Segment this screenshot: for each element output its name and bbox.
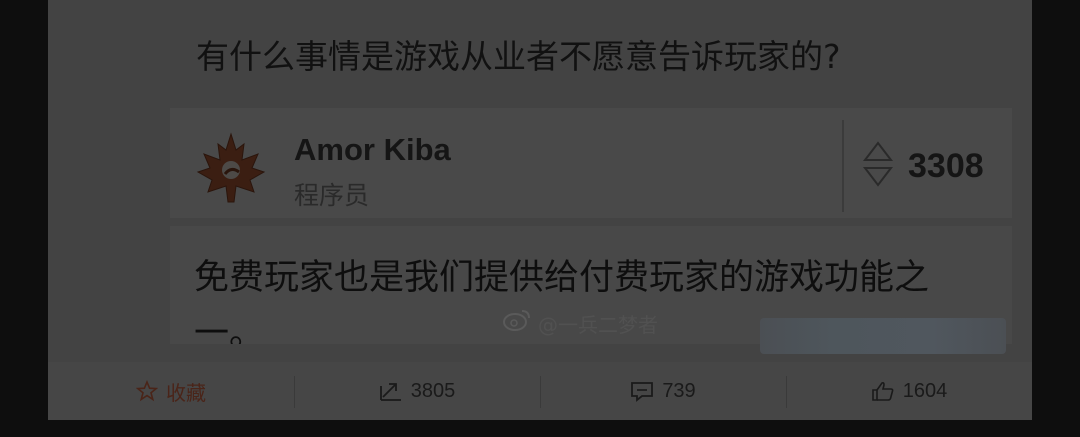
comment-count: 739 [662,379,696,402]
star-icon [136,380,158,402]
weibo-logo-icon [502,308,532,338]
vote-count: 3308 [908,146,984,185]
thumbs-up-icon [871,380,895,402]
collect-button[interactable]: 收藏 [48,362,294,420]
bottom-action-bar: 收藏 3805 739 1604 [48,362,1032,420]
share-icon [379,380,403,402]
question-title[interactable]: 有什么事情是游戏从业者不愿意告诉玩家的? [196,30,841,78]
vote-box[interactable]: 3308 [862,138,984,194]
author-name[interactable]: Amor Kiba [294,132,451,168]
watermark-text: @一兵二梦者 [538,312,658,337]
collect-label: 收藏 [166,380,206,405]
author-role: 程序员 [294,181,370,210]
card-divider [842,120,844,212]
share-button[interactable]: 3805 [294,362,540,420]
comment-icon [630,380,654,402]
share-count: 3805 [410,379,456,402]
screenshot-frame: 有什么事情是游戏从业者不愿意告诉玩家的? Amor Kiba 程序员 3308 … [48,0,1032,420]
comment-button[interactable]: 739 [540,362,786,420]
blurred-qr-strip [760,318,1006,354]
like-count: 1604 [902,379,948,402]
author-card: Amor Kiba 程序员 3308 [170,108,1012,218]
vote-arrows-icon[interactable] [862,139,894,194]
watermark: @一兵二梦者 [502,308,658,338]
like-button[interactable]: 1604 [786,362,1032,420]
maple-leaf-avatar-icon[interactable] [194,130,268,204]
